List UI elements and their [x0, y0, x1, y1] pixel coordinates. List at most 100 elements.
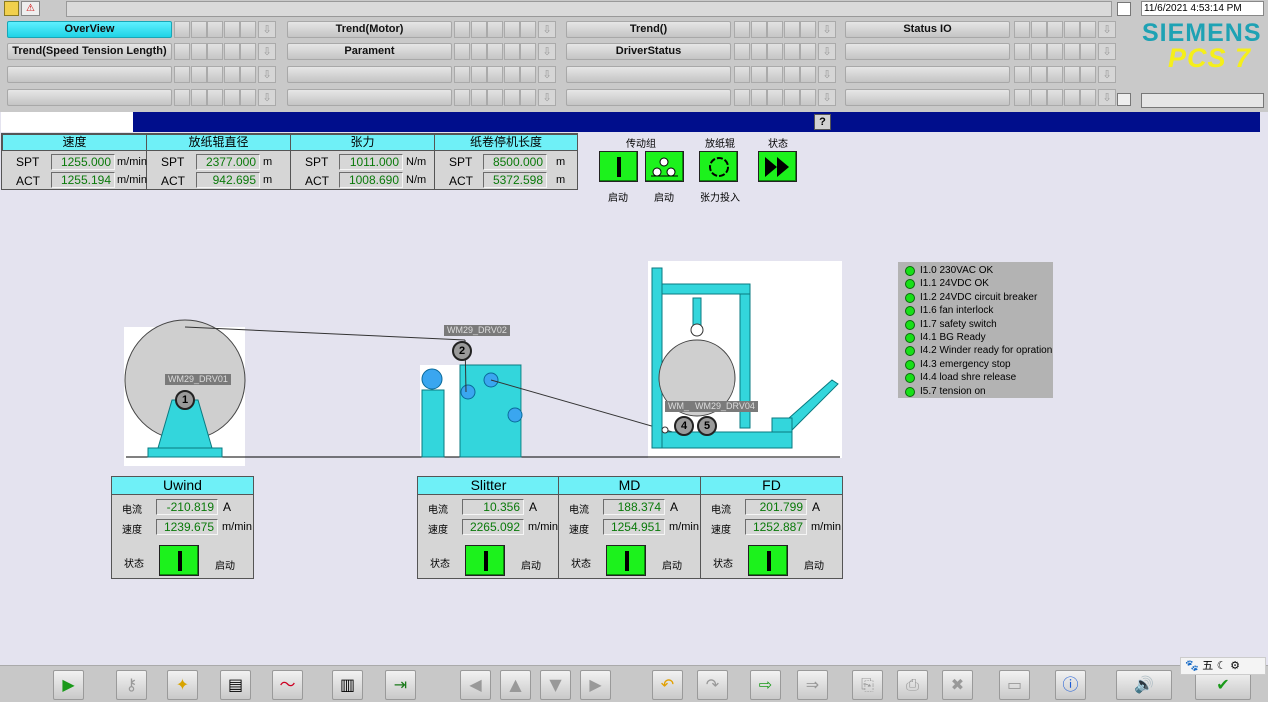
sub-button[interactable] [503, 43, 520, 60]
arrow-down-icon[interactable]: ⇩ [1098, 43, 1116, 60]
info-icon[interactable]: ⓘ [1055, 670, 1086, 700]
arrow-down-icon[interactable]: ⇩ [818, 43, 836, 60]
sub-button[interactable] [190, 66, 207, 83]
nav-empty-button[interactable] [845, 43, 1010, 60]
report-icon[interactable]: ▤ [220, 670, 251, 700]
sub-button[interactable] [800, 89, 816, 106]
sub-button[interactable] [767, 66, 783, 83]
length-spt-value[interactable]: 8500.000 [483, 154, 547, 170]
nav-empty-button[interactable] [7, 89, 172, 106]
sub-button[interactable] [1047, 21, 1063, 38]
sub-button[interactable] [1047, 66, 1063, 83]
arrow-down-icon[interactable]: ⇩ [1098, 66, 1116, 83]
nav-empty-button[interactable] [845, 66, 1010, 83]
arrow-down-icon[interactable]: ⇩ [1098, 89, 1116, 106]
forward-icon[interactable]: ⇒ [797, 670, 828, 700]
nav-empty-button[interactable] [287, 66, 452, 83]
sub-button[interactable] [783, 43, 800, 60]
sub-button[interactable] [487, 21, 503, 38]
arrow-down-icon[interactable]: ⇩ [258, 43, 276, 60]
sub-button[interactable] [1047, 89, 1063, 106]
drive-number-badge[interactable]: 4 [674, 416, 694, 436]
sub-button[interactable] [1063, 89, 1080, 106]
sub-button[interactable] [520, 43, 536, 60]
nav-empty-button[interactable] [566, 89, 731, 106]
print-icon[interactable]: ⎙ [897, 670, 928, 700]
nav-empty-button[interactable] [7, 66, 172, 83]
sub-button[interactable] [1014, 89, 1030, 106]
sub-button[interactable] [470, 89, 487, 106]
sub-button[interactable] [767, 21, 783, 38]
state-forward-button[interactable] [758, 151, 797, 182]
drive-group-start-button[interactable] [599, 151, 638, 182]
new-page-icon[interactable]: ✦ [167, 670, 198, 700]
motor-start-button[interactable] [748, 545, 788, 576]
sub-button[interactable] [207, 89, 223, 106]
sub-button[interactable] [174, 43, 190, 60]
nav-parament-button[interactable]: Parament [287, 43, 452, 60]
sub-button[interactable] [174, 89, 190, 106]
sub-button[interactable] [207, 21, 223, 38]
sub-button[interactable] [1014, 43, 1030, 60]
sub-button[interactable] [503, 89, 520, 106]
motor-start-button[interactable] [159, 545, 199, 576]
monitor-icon[interactable] [1117, 93, 1131, 106]
sub-button[interactable] [783, 66, 800, 83]
arrow-down-icon[interactable]: ⇩ [538, 89, 556, 106]
sub-button[interactable] [207, 43, 223, 60]
sub-button[interactable] [1030, 66, 1047, 83]
thermometer-icon[interactable]: ▥ [332, 670, 363, 700]
sub-button[interactable] [223, 66, 240, 83]
drive-group-roll-button[interactable] [645, 151, 684, 182]
help-button[interactable]: ? [814, 114, 831, 130]
sub-button[interactable] [470, 43, 487, 60]
arrow-down-icon[interactable]: ▼ [540, 670, 571, 700]
tension-on-button[interactable] [699, 151, 738, 182]
sub-button[interactable] [1080, 43, 1096, 60]
arrow-down-icon[interactable]: ⇩ [538, 43, 556, 60]
copy-icon[interactable]: ⎘ [852, 670, 883, 700]
sub-button[interactable] [520, 21, 536, 38]
sub-button[interactable] [750, 66, 767, 83]
nav-status-io-button[interactable]: Status IO [845, 21, 1010, 38]
paw-icon[interactable]: 🐾 [1185, 659, 1199, 672]
sub-button[interactable] [174, 66, 190, 83]
sub-button[interactable] [190, 89, 207, 106]
sub-button[interactable] [487, 66, 503, 83]
arrow-down-icon[interactable]: ⇩ [538, 21, 556, 38]
sub-button[interactable] [454, 43, 470, 60]
sub-button[interactable] [1063, 66, 1080, 83]
export-icon[interactable]: ⇥ [385, 670, 416, 700]
sub-button[interactable] [470, 66, 487, 83]
alarm-icon[interactable]: ⚠ [21, 1, 40, 16]
sub-button[interactable] [223, 21, 240, 38]
sub-button[interactable] [223, 89, 240, 106]
screen-icon[interactable]: ▭ [999, 670, 1030, 700]
tension-spt-value[interactable]: 1011.000 [339, 154, 403, 170]
sub-button[interactable] [454, 66, 470, 83]
nav-overview-button[interactable]: OverView [7, 21, 172, 38]
sub-button[interactable] [800, 66, 816, 83]
sub-button[interactable] [1030, 21, 1047, 38]
drive-number-badge[interactable]: 5 [697, 416, 717, 436]
play-icon[interactable]: ▶ [53, 670, 84, 700]
ime-language[interactable]: 五 [1202, 659, 1213, 672]
nav-driverstatus-button[interactable]: DriverStatus [566, 43, 731, 60]
login-icon[interactable]: ⇨ [750, 670, 781, 700]
sub-button[interactable] [767, 89, 783, 106]
nav-trend-speed-tension-length-button[interactable]: Trend(Speed Tension Length) [7, 43, 172, 60]
sub-button[interactable] [1014, 21, 1030, 38]
motor-start-button[interactable] [606, 545, 646, 576]
drive-number-badge[interactable]: 2 [452, 341, 472, 361]
sub-button[interactable] [734, 66, 750, 83]
sub-button[interactable] [470, 21, 487, 38]
nav-empty-button[interactable] [287, 89, 452, 106]
arrow-right-icon[interactable]: ▶ [580, 670, 611, 700]
delete-icon[interactable]: ✖ [942, 670, 973, 700]
sub-button[interactable] [190, 21, 207, 38]
gear-icon[interactable]: ⚙ [1230, 659, 1240, 672]
sub-button[interactable] [734, 43, 750, 60]
sub-button[interactable] [1063, 21, 1080, 38]
arrow-left-icon[interactable]: ◀ [460, 670, 491, 700]
sub-button[interactable] [520, 66, 536, 83]
